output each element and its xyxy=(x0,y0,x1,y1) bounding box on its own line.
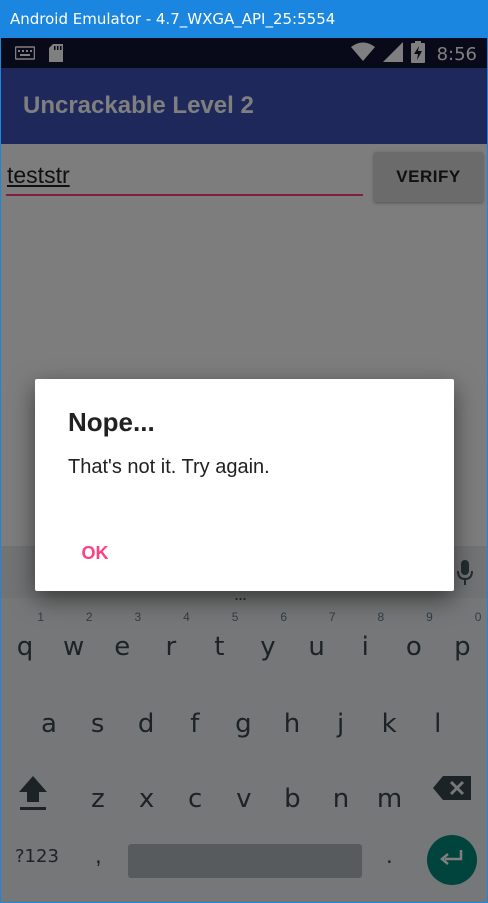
dialog-title: Nope... xyxy=(68,407,155,437)
ok-button[interactable]: OK xyxy=(63,531,127,575)
emulator-window-title: Android Emulator - 4.7_WXGA_API_25:5554 xyxy=(0,0,488,38)
dialog-message: That's not it. Try again. xyxy=(68,456,270,478)
alert-dialog: Nope... That's not it. Try again. OK xyxy=(35,379,454,591)
device-screen: 8:56 Uncrackable Level 2 teststr VERIFY … xyxy=(1,38,487,902)
